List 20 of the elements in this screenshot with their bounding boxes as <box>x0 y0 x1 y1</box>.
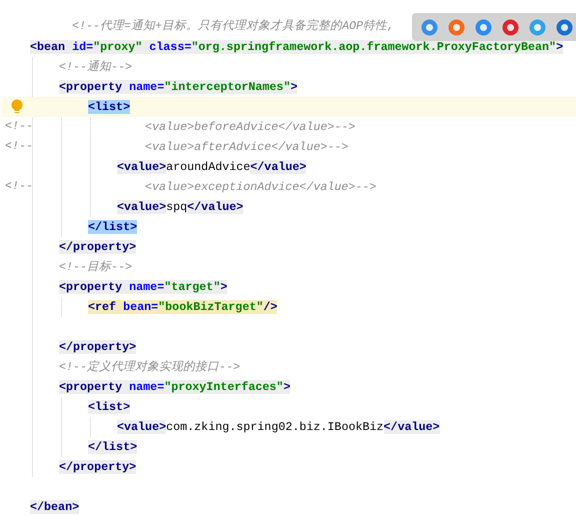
round-logo-icon[interactable] <box>421 18 438 36</box>
code-line: <value>exceptionAdvice</value>--> <box>145 179 376 196</box>
round-logo-icon[interactable] <box>556 18 573 36</box>
code-line: <!--通知--> <box>59 59 132 76</box>
code-comment: <!--代理=通知+目标。只有代理对象才具备完整的AOP特性, <box>72 18 394 36</box>
comment-marker: <!-- <box>5 118 34 136</box>
code-line: <!--目标--> <box>59 259 132 276</box>
comment-marker: <!-- <box>5 138 34 156</box>
round-logo-icon[interactable] <box>475 18 492 36</box>
comment-marker: <!-- <box>5 178 34 196</box>
code-line: <value>aroundAdvice</value> <box>117 159 306 176</box>
code-line: <value>afterAdvice</value>--> <box>145 139 348 156</box>
round-logo-icon[interactable] <box>502 18 519 36</box>
code-line: <value>beforeAdvice</value>--> <box>145 119 356 136</box>
code-line: <value>spq</value> <box>117 199 244 216</box>
lightbulb-icon[interactable] <box>11 99 23 115</box>
code-line: <!--定义代理对象实现的接口--> <box>59 359 240 376</box>
round-logo-icon[interactable] <box>529 18 546 36</box>
round-logo-icon[interactable] <box>448 18 465 36</box>
code-line: <value>com.zking.spring02.biz.IBookBiz</value> <box>117 419 440 436</box>
